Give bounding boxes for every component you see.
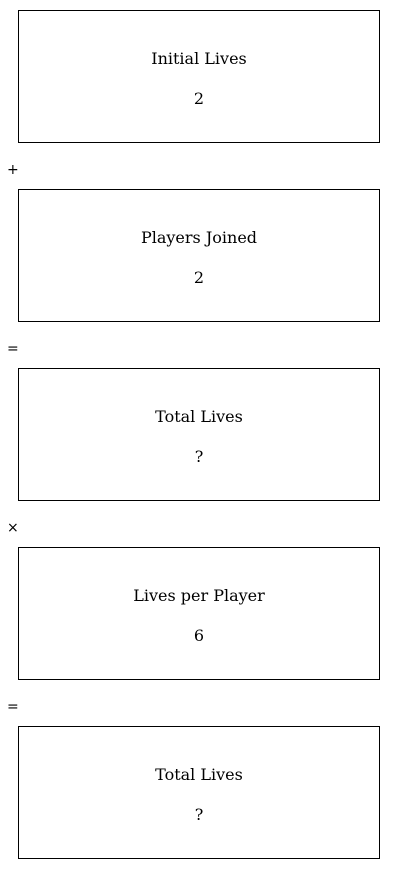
box-total-lives-final: Total Lives ? [18,726,380,859]
multiply-operator: × [7,520,19,536]
box-value: ? [194,805,204,824]
box-title: Players Joined [140,228,258,247]
box-value: ? [194,447,204,466]
box-initial-lives: Initial Lives 2 [18,10,380,143]
equals-operator: = [7,341,19,357]
box-title: Lives per Player [133,586,265,605]
box-players-joined: Players Joined 2 [18,189,380,322]
box-title: Total Lives [155,407,243,426]
plus-operator: + [7,162,19,178]
box-title: Initial Lives [151,49,247,68]
box-title: Total Lives [155,765,243,784]
equals-operator: = [7,699,19,715]
box-value: 6 [193,626,205,645]
box-lives-per-player: Lives per Player 6 [18,547,380,680]
box-total-lives: Total Lives ? [18,368,380,501]
box-value: 2 [193,89,205,108]
box-value: 2 [193,268,205,287]
